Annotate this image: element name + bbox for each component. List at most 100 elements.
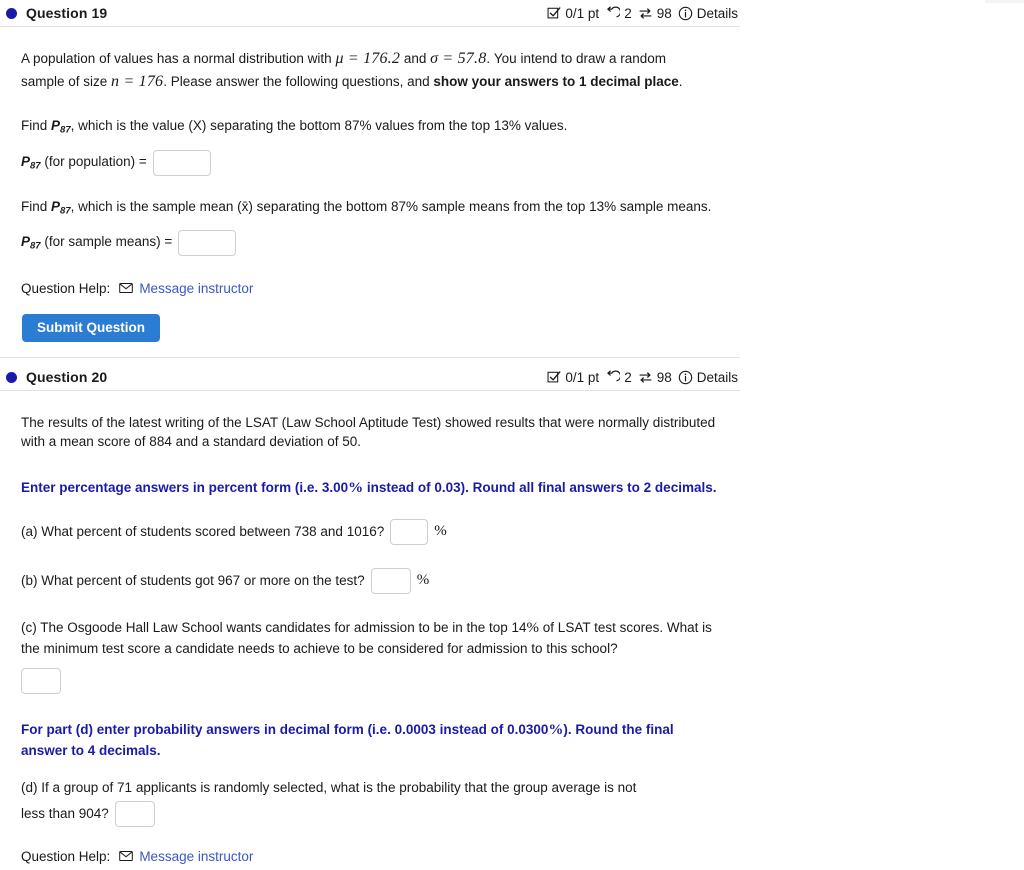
q19a-p-sub: 87 (60, 125, 71, 137)
q19b-field-sub: 87 (30, 240, 41, 252)
q20-dnote-seg1: For part (d) enter probability answers i… (21, 722, 549, 738)
intro-seg4: . Please answer the following questions,… (163, 73, 434, 89)
q20-note-seg1: Enter percentage answers in percent form… (21, 480, 349, 496)
q19a-pre: Find (21, 118, 52, 134)
intro-sigma: σ = 57.8 (430, 50, 487, 67)
q20-part-d-input[interactable] (114, 800, 155, 827)
points-group: 0/1 pt (547, 6, 599, 21)
versions-group: 98 (638, 6, 672, 21)
q20-message-instructor-label: Message instructor (139, 848, 254, 864)
intro-seg1: A population of values has a normal dist… (21, 51, 336, 66)
attempts-group: 2 (605, 6, 632, 21)
q19-help-label: Question Help: (21, 280, 111, 296)
q19-part-a-answer-row: P87 (for population) = (21, 149, 722, 176)
q20-part-c-input[interactable] (21, 668, 61, 695)
info-circle-icon[interactable] (678, 370, 693, 385)
points-group: 0/1 pt (547, 370, 599, 385)
q20-part-a-row: (a) What percent of students scored betw… (21, 518, 722, 545)
question-20-body: The results of the latest writing of the… (0, 413, 740, 870)
q19a-p-label: P (51, 118, 61, 134)
q19-question-help-row: Question Help: Message instructor (21, 281, 722, 296)
question-19-divider (0, 26, 740, 27)
question-20-divider (0, 390, 740, 391)
q20-decimal-note: For part (d) enter probability answers i… (21, 720, 721, 760)
checkbox-check-icon (547, 370, 561, 384)
q20-part-a-input[interactable] (390, 518, 429, 545)
q19-sample-mean-percentile-input[interactable] (178, 229, 237, 256)
question-19-title: Question 19 (26, 5, 108, 21)
q20c-pre: (c) The Osgoode Hall Law School wants ca… (21, 619, 527, 635)
q20-question-help-row: Question Help: Message instructor (21, 849, 722, 864)
question-20-top-divider (0, 357, 740, 358)
attempts-value: 2 (624, 369, 632, 385)
exchange-arrows-icon (638, 370, 653, 385)
q20-part-b-row: (b) What percent of students got 967 or … (21, 567, 722, 594)
attempts-group: 2 (605, 370, 632, 385)
intro-n: n = 176 (111, 72, 164, 90)
details-group[interactable]: Details (678, 370, 738, 385)
points-value: 0/1 pt (565, 369, 600, 385)
q20-note-seg2: instead of 0.03). Round all final answer… (363, 480, 717, 496)
checkbox-check-icon (547, 6, 561, 20)
undo-arrow-icon (605, 6, 621, 21)
attempts-value: 2 (624, 5, 632, 21)
q20-part-b-input[interactable] (370, 567, 411, 594)
question-status-dot-icon (6, 7, 17, 19)
question-19-body: A population of values has a normal dist… (0, 48, 740, 343)
q20c-pct: % (526, 619, 540, 636)
details-label[interactable]: Details (697, 370, 738, 385)
q19-population-percentile-input[interactable] (152, 149, 211, 176)
q20-part-c-text: (c) The Osgoode Hall Law School wants ca… (21, 618, 729, 658)
q19b-field-p: P (21, 234, 31, 250)
details-group[interactable]: Details (678, 6, 738, 21)
q19-part-a-prompt: Find P87, which is the value (X) separat… (21, 116, 722, 137)
question-20-title: Question 20 (26, 369, 108, 385)
versions-group: 98 (638, 370, 672, 385)
intro-seg2: and (400, 51, 431, 66)
q20-part-c-answer-row (21, 668, 722, 695)
q19b-post: , which is the sample mean (x̄) separati… (70, 198, 712, 214)
envelope-icon (119, 850, 134, 862)
q19a-field-label: P87 (for population) = (21, 152, 147, 173)
question-20-header: Question 20 0/1 pt 2 98 Details (0, 364, 740, 390)
q19-message-instructor-link[interactable]: Message instructor (119, 281, 253, 296)
top-edge-sliver (985, 0, 1024, 3)
question-19-header: Question 19 0/1 pt 2 98 Details (0, 0, 740, 26)
envelope-icon (119, 282, 134, 294)
q19-part-b-prompt: Find P87, which is the sample mean (x̄) … (21, 197, 721, 218)
q19a-field-sub: 87 (30, 160, 41, 172)
q20-part-a-unit: % (434, 522, 447, 539)
undo-arrow-icon (605, 370, 621, 385)
q19b-field-post: (for sample means) = (40, 234, 173, 250)
q20-note-pct: % (348, 480, 364, 497)
q20-percent-note: Enter percentage answers in percent form… (21, 478, 721, 499)
details-label[interactable]: Details (697, 6, 738, 21)
info-circle-icon[interactable] (678, 6, 693, 21)
q20-message-instructor-link[interactable]: Message instructor (119, 849, 253, 864)
q20-part-b-unit: % (416, 571, 430, 588)
q19b-p-sub: 87 (60, 205, 71, 217)
q20-part-b-text: (b) What percent of students got 967 or … (21, 573, 365, 589)
q19a-field-post: (for population) = (40, 154, 147, 169)
question-20-intro: The results of the latest writing of the… (21, 415, 716, 450)
question-19-intro: A population of values has a normal dist… (21, 48, 689, 93)
question-block-20: Question 20 0/1 pt 2 98 Details The resu… (0, 357, 740, 870)
quiz-page: Question 19 0/1 pt 2 98 Details A popula… (0, 0, 1024, 870)
intro-seg5: . (678, 73, 683, 89)
q20-part-a-text: (a) What percent of students scored betw… (21, 524, 385, 540)
question-20-header-left: Question 20 (0, 369, 107, 385)
q19b-p-label: P (51, 198, 61, 214)
question-19-header-left: Question 19 (0, 5, 107, 21)
q20-help-label: Question Help: (21, 848, 111, 864)
q19b-field-label: P87 (for sample means) = (21, 232, 172, 253)
q20-part-d-line1: (d) If a group of 71 applicants is rando… (21, 779, 637, 795)
question-block-19: Question 19 0/1 pt 2 98 Details A popula… (0, 0, 740, 343)
versions-value: 98 (656, 369, 672, 385)
q19-submit-question-button[interactable]: Submit Question (22, 313, 160, 343)
intro-bold: show your answers to 1 decimal place (433, 73, 679, 89)
q19a-field-p: P (21, 154, 31, 169)
q20-part-d-row: less than 904? (21, 800, 722, 827)
question-status-dot-icon (6, 371, 17, 383)
versions-value: 98 (656, 5, 672, 21)
q20-part-d-line2: less than 904? (21, 806, 109, 822)
